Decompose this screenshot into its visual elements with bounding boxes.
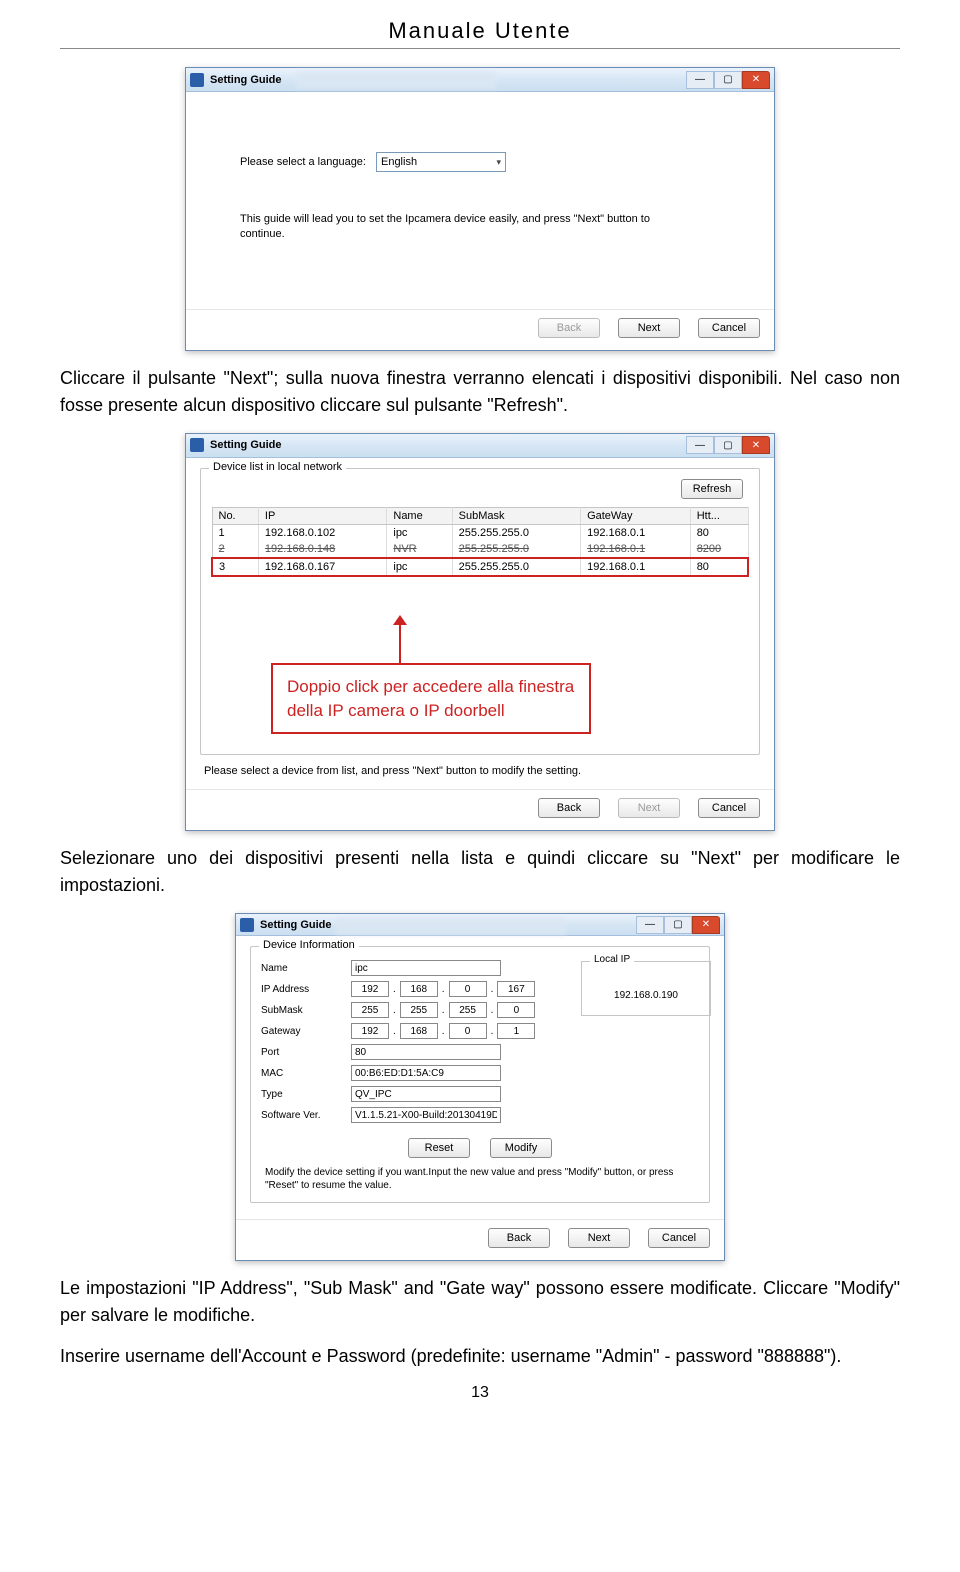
language-value: English	[381, 156, 417, 168]
setting-guide-window-1: Setting Guide — ▢ ✕ Please select a lang…	[185, 67, 775, 351]
next-button[interactable]: Next	[618, 318, 680, 338]
cancel-button[interactable]: Cancel	[698, 318, 760, 338]
local-ip-legend: Local IP	[590, 954, 634, 965]
language-combo[interactable]: English ▾	[376, 152, 506, 172]
local-ip-value: 192.168.0.190	[590, 976, 702, 1007]
gw-octet-4[interactable]	[497, 1023, 535, 1039]
device-info-fieldset: Device Information Name IP Address . . .	[250, 946, 710, 1203]
app-icon	[190, 73, 204, 87]
titlebar: Setting Guide — ▢ ✕	[186, 68, 774, 92]
submask-input-group: . . .	[351, 1002, 535, 1018]
sub-octet-2[interactable]	[400, 1002, 438, 1018]
blurred-overlay	[296, 71, 496, 89]
next-button: Next	[618, 798, 680, 818]
name-input[interactable]	[351, 960, 501, 976]
close-button[interactable]: ✕	[692, 916, 720, 934]
annotation-arrow-line	[399, 621, 401, 665]
minimize-button[interactable]: —	[636, 916, 664, 934]
maximize-button[interactable]: ▢	[714, 71, 742, 89]
maximize-button[interactable]: ▢	[714, 436, 742, 454]
table-row-highlighted[interactable]: 3 192.168.0.167 ipc 255.255.255.0 192.16…	[212, 558, 748, 576]
gw-octet-3[interactable]	[449, 1023, 487, 1039]
submask-label: SubMask	[261, 1005, 351, 1016]
col-submask: SubMask	[452, 507, 580, 524]
close-button[interactable]: ✕	[742, 71, 770, 89]
table-row[interactable]: 2 192.168.0.148 NVR 255.255.255.0 192.16…	[212, 541, 748, 558]
port-label: Port	[261, 1047, 351, 1058]
setting-guide-window-3: Setting Guide — ▢ ✕ Device Information N…	[235, 913, 725, 1261]
col-ip: IP	[258, 507, 386, 524]
mac-input[interactable]	[351, 1065, 501, 1081]
guide-note: This guide will lead you to set the Ipca…	[240, 212, 660, 243]
port-input[interactable]	[351, 1044, 501, 1060]
next-button[interactable]: Next	[568, 1228, 630, 1248]
gateway-input-group: . . .	[351, 1023, 535, 1039]
app-icon	[240, 918, 254, 932]
local-ip-fieldset: Local IP 192.168.0.190	[581, 961, 711, 1016]
reset-button[interactable]: Reset	[408, 1138, 470, 1158]
ip-octet-4[interactable]	[497, 981, 535, 997]
window-title: Setting Guide	[260, 919, 332, 931]
close-button[interactable]: ✕	[742, 436, 770, 454]
doc-title: Manuale Utente	[60, 18, 900, 48]
refresh-button[interactable]: Refresh	[681, 479, 743, 499]
version-label: Software Ver.	[261, 1110, 351, 1121]
window-title: Setting Guide	[210, 439, 282, 451]
gw-octet-1[interactable]	[351, 1023, 389, 1039]
mac-label: MAC	[261, 1068, 351, 1079]
sub-octet-4[interactable]	[497, 1002, 535, 1018]
sub-octet-3[interactable]	[449, 1002, 487, 1018]
modify-button[interactable]: Modify	[490, 1138, 552, 1158]
titlebar: Setting Guide — ▢ ✕	[186, 434, 774, 458]
annotation-text: Doppio click per accedere alla finestra …	[287, 677, 574, 720]
modify-note: Modify the device setting if you want.In…	[265, 1166, 695, 1192]
col-no: No.	[212, 507, 258, 524]
annotation-arrow-head-icon	[393, 615, 407, 625]
para-4: Inserire username dell'Account e Passwor…	[60, 1343, 900, 1370]
version-input[interactable]	[351, 1107, 501, 1123]
back-button[interactable]: Back	[538, 798, 600, 818]
app-icon	[190, 438, 204, 452]
table-row[interactable]: 1 192.168.0.102 ipc 255.255.255.0 192.16…	[212, 524, 748, 541]
type-label: Type	[261, 1089, 351, 1100]
ip-label: IP Address	[261, 984, 351, 995]
page-number: 13	[60, 1384, 900, 1402]
device-list-fieldset: Device list in local network Refresh No.…	[200, 468, 760, 756]
cancel-button[interactable]: Cancel	[698, 798, 760, 818]
device-table: No. IP Name SubMask GateWay Htt... 1 192…	[211, 507, 749, 577]
name-label: Name	[261, 963, 351, 974]
language-label: Please select a language:	[240, 156, 366, 168]
title-underline	[60, 48, 900, 49]
para-2: Selezionare uno dei dispositivi presenti…	[60, 845, 900, 899]
sub-octet-1[interactable]	[351, 1002, 389, 1018]
titlebar: Setting Guide — ▢ ✕	[236, 914, 724, 936]
window-title: Setting Guide	[210, 74, 282, 86]
cancel-button[interactable]: Cancel	[648, 1228, 710, 1248]
para-3: Le impostazioni "IP Address", "Sub Mask"…	[60, 1275, 900, 1329]
col-http: Htt...	[690, 507, 748, 524]
minimize-button[interactable]: —	[686, 71, 714, 89]
minimize-button[interactable]: —	[686, 436, 714, 454]
type-input[interactable]	[351, 1086, 501, 1102]
gateway-label: Gateway	[261, 1026, 351, 1037]
col-name: Name	[387, 507, 452, 524]
ip-octet-2[interactable]	[400, 981, 438, 997]
col-gateway: GateWay	[581, 507, 691, 524]
para-1: Cliccare il pulsante "Next"; sulla nuova…	[60, 365, 900, 419]
blurred-overlay	[336, 917, 566, 935]
red-annotation: Doppio click per accedere alla finestra …	[271, 663, 591, 735]
maximize-button[interactable]: ▢	[664, 916, 692, 934]
back-button: Back	[538, 318, 600, 338]
chevron-down-icon: ▾	[496, 157, 501, 168]
back-button[interactable]: Back	[488, 1228, 550, 1248]
ip-octet-1[interactable]	[351, 981, 389, 997]
setting-guide-window-2: Setting Guide — ▢ ✕ Device list in local…	[185, 433, 775, 832]
select-device-note: Please select a device from list, and pr…	[204, 765, 760, 777]
ip-input-group: . . .	[351, 981, 535, 997]
ip-octet-3[interactable]	[449, 981, 487, 997]
device-info-legend: Device Information	[259, 939, 359, 951]
gw-octet-2[interactable]	[400, 1023, 438, 1039]
device-list-legend: Device list in local network	[209, 461, 346, 473]
